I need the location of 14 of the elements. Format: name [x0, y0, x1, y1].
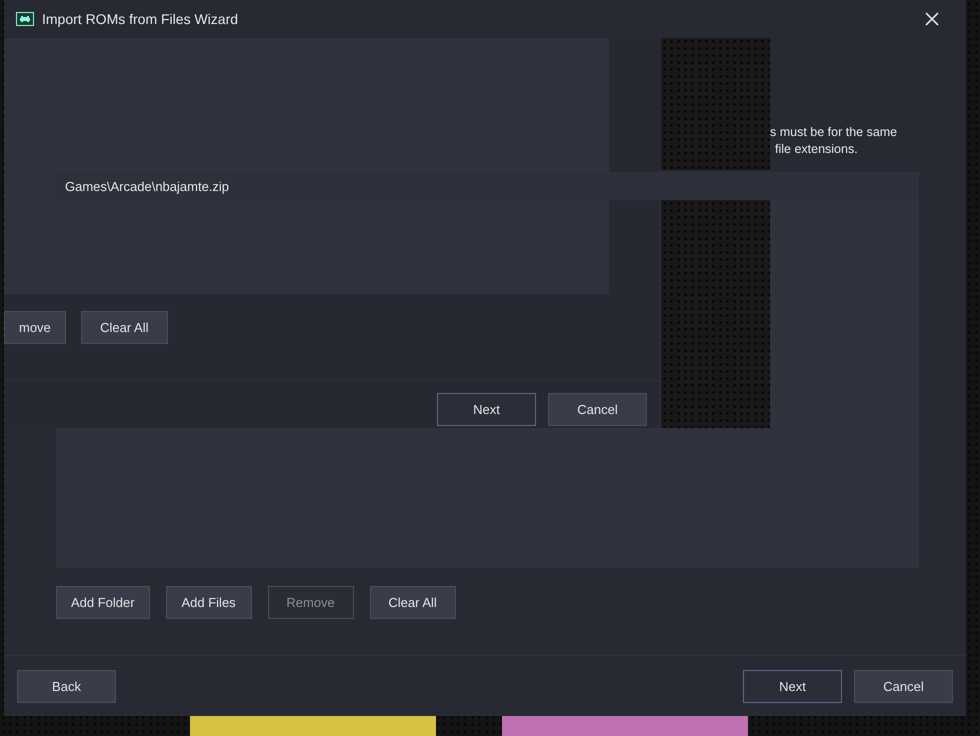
next-button[interactable]: Next: [743, 670, 842, 702]
list-button[interactable]: Add Files: [166, 586, 252, 619]
ghost-footer-button[interactable]: Next: [437, 393, 536, 426]
cancel-button[interactable]: Cancel: [854, 670, 953, 702]
ghost-list-button[interactable]: Clear All: [80, 311, 168, 344]
ghost-list-button[interactable]: move: [4, 311, 66, 344]
window-title: Import ROMs from Files Wizard: [42, 11, 240, 27]
list-button[interactable]: Clear All: [370, 586, 456, 619]
list-button[interactable]: Add Folder: [56, 586, 150, 619]
description-text: s must be for the same file extensions.: [770, 124, 898, 158]
close-button[interactable]: [924, 11, 940, 27]
ghost-footer-button[interactable]: Cancel: [548, 393, 647, 426]
invader-icon: [16, 12, 34, 26]
back-button[interactable]: Back: [17, 670, 116, 702]
